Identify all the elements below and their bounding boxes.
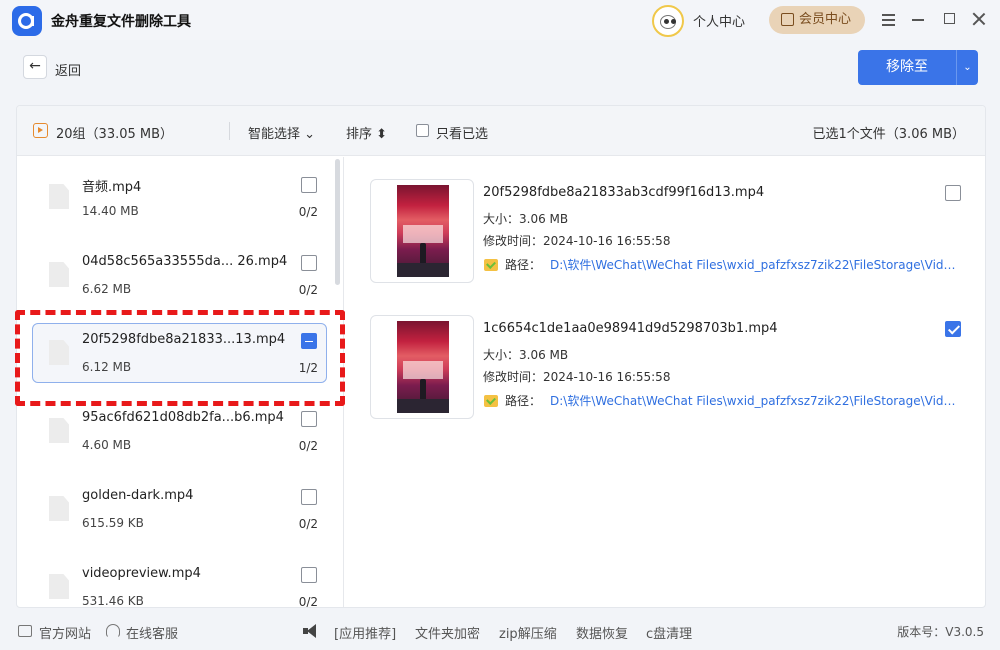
avatar[interactable]: [652, 5, 684, 37]
duplicate-file-card[interactable]: 20f5298fdbe8a21833ab3cdf99f16d13.mp4 大小：…: [370, 179, 975, 285]
group-selected-count: 0/2: [298, 595, 318, 608]
panel-header: 20组（33.05 MB） 智能选择 ⌄ 排序 ⬍ 只看已选 已选1个文件（3.…: [17, 106, 985, 156]
file-icon: [49, 496, 69, 521]
sort-dropdown[interactable]: 排序 ⬍: [346, 123, 387, 142]
folder-icon: [484, 259, 498, 271]
back-arrow-icon[interactable]: ←: [23, 55, 47, 79]
group-item[interactable]: 95ac6fd621d08db2fa...b6.mp4 4.60 MB 0/2: [32, 401, 327, 461]
footer-link-folder-encrypt[interactable]: 文件夹加密: [415, 623, 480, 642]
file-icon: [49, 418, 69, 443]
video-group-icon: [33, 123, 48, 138]
group-item[interactable]: golden-dark.mp4 615.59 KB 0/2: [32, 479, 327, 539]
maximize-icon[interactable]: [941, 10, 959, 28]
selected-summary: 已选1个文件（3.06 MB）: [812, 127, 965, 142]
group-selected-count: 0/2: [298, 517, 318, 531]
group-checkbox[interactable]: [301, 567, 317, 583]
group-file-size: 6.62 MB: [82, 282, 132, 296]
video-thumbnail: [370, 179, 474, 283]
file-checkbox-checked[interactable]: [945, 321, 961, 337]
group-selected-count: 0/2: [298, 205, 318, 219]
group-item[interactable]: 04d58c565a33555da... 26.mp4 6.62 MB 0/2: [32, 245, 327, 305]
video-thumbnail: [370, 315, 474, 419]
megaphone-icon: [303, 624, 319, 638]
app-recommend-label: [应用推荐]: [334, 627, 397, 642]
group-file-size: 615.59 KB: [82, 516, 144, 530]
online-service-link[interactable]: 在线客服: [126, 623, 178, 642]
file-size: 大小：3.06 MB: [483, 212, 569, 226]
file-size: 大小：3.06 MB: [483, 348, 569, 362]
file-icon: [49, 574, 69, 599]
group-summary: 20组（33.05 MB）: [56, 127, 174, 142]
duplicate-file-card[interactable]: 1c6654c1de1aa0e98941d9d5298703b1.mp4 大小：…: [370, 315, 975, 421]
official-website-link[interactable]: 官方网站: [39, 623, 91, 642]
app-logo-icon: [12, 6, 42, 36]
title-bar: 金舟重复文件删除工具 个人中心 会员中心: [0, 0, 1000, 40]
group-item[interactable]: videopreview.mp4 531.46 KB 0/2: [32, 557, 327, 608]
group-selected-count: 0/2: [298, 439, 318, 453]
file-modified-time: 修改时间：2024-10-16 16:55:58: [483, 234, 671, 248]
path-label: 路径：: [505, 394, 542, 408]
group-file-name: 95ac6fd621d08db2fa...b6.mp4: [82, 410, 284, 425]
group-item[interactable]: 音频.mp4 14.40 MB 0/2: [32, 167, 327, 227]
group-checkbox[interactable]: [301, 177, 317, 193]
group-selected-count: 0/2: [298, 283, 318, 297]
close-icon[interactable]: [970, 10, 988, 28]
smart-select-dropdown[interactable]: 智能选择 ⌄: [248, 123, 315, 142]
vip-center-button[interactable]: 会员中心: [769, 6, 865, 34]
file-name: 20f5298fdbe8a21833ab3cdf99f16d13.mp4: [483, 185, 765, 200]
file-path-link[interactable]: D:\软件\WeChat\WeChat Files\wxid_pafzfxsz7…: [550, 392, 960, 409]
menu-icon[interactable]: [880, 10, 898, 28]
group-file-size: 531.46 KB: [82, 594, 144, 608]
group-checkbox[interactable]: [301, 411, 317, 427]
file-path-link[interactable]: D:\软件\WeChat\WeChat Files\wxid_pafzfxsz7…: [550, 256, 960, 273]
footer-link-data-recovery[interactable]: 数据恢复: [576, 623, 628, 642]
back-label[interactable]: 返回: [55, 60, 81, 79]
website-icon: [18, 625, 32, 637]
file-modified-time: 修改时间：2024-10-16 16:55:58: [483, 370, 671, 384]
app-title: 金舟重复文件删除工具: [51, 14, 191, 30]
file-name: 1c6654c1de1aa0e98941d9d5298703b1.mp4: [483, 321, 778, 336]
user-center-link[interactable]: 个人中心: [693, 11, 745, 30]
header-divider: [229, 122, 230, 140]
only-selected-label[interactable]: 只看已选: [436, 123, 488, 142]
footer: 官方网站 在线客服 [应用推荐] 文件夹加密 zip解压缩 数据恢复 c盘清理 …: [0, 612, 1000, 650]
minimize-icon[interactable]: [910, 10, 928, 28]
footer-link-zip[interactable]: zip解压缩: [499, 623, 557, 642]
group-checkbox[interactable]: [301, 255, 317, 271]
file-checkbox[interactable]: [945, 185, 961, 201]
only-selected-checkbox[interactable]: [416, 124, 429, 137]
folder-icon: [484, 395, 498, 407]
group-file-size: 4.60 MB: [82, 438, 132, 452]
version-label: 版本号：V3.0.5: [897, 625, 984, 639]
group-file-name: videopreview.mp4: [82, 566, 201, 581]
footer-link-c-drive-clean[interactable]: c盘清理: [646, 623, 692, 642]
group-file-name: 04d58c565a33555da... 26.mp4: [82, 254, 288, 269]
chevron-down-icon[interactable]: ⌄: [956, 50, 978, 85]
vip-center-label: 会员中心: [799, 12, 852, 27]
group-file-size: 14.40 MB: [82, 204, 139, 218]
headset-icon: [106, 624, 120, 638]
move-to-button[interactable]: 移除至: [858, 50, 956, 85]
highlight-annotation: [15, 310, 345, 406]
group-checkbox[interactable]: [301, 489, 317, 505]
list-scrollbar[interactable]: [335, 159, 340, 285]
path-label: 路径：: [505, 258, 542, 272]
file-icon: [49, 184, 69, 209]
group-file-name: golden-dark.mp4: [82, 488, 194, 503]
group-file-name: 音频.mp4: [82, 180, 142, 195]
file-icon: [49, 262, 69, 287]
thumbs-up-icon: [781, 13, 794, 26]
